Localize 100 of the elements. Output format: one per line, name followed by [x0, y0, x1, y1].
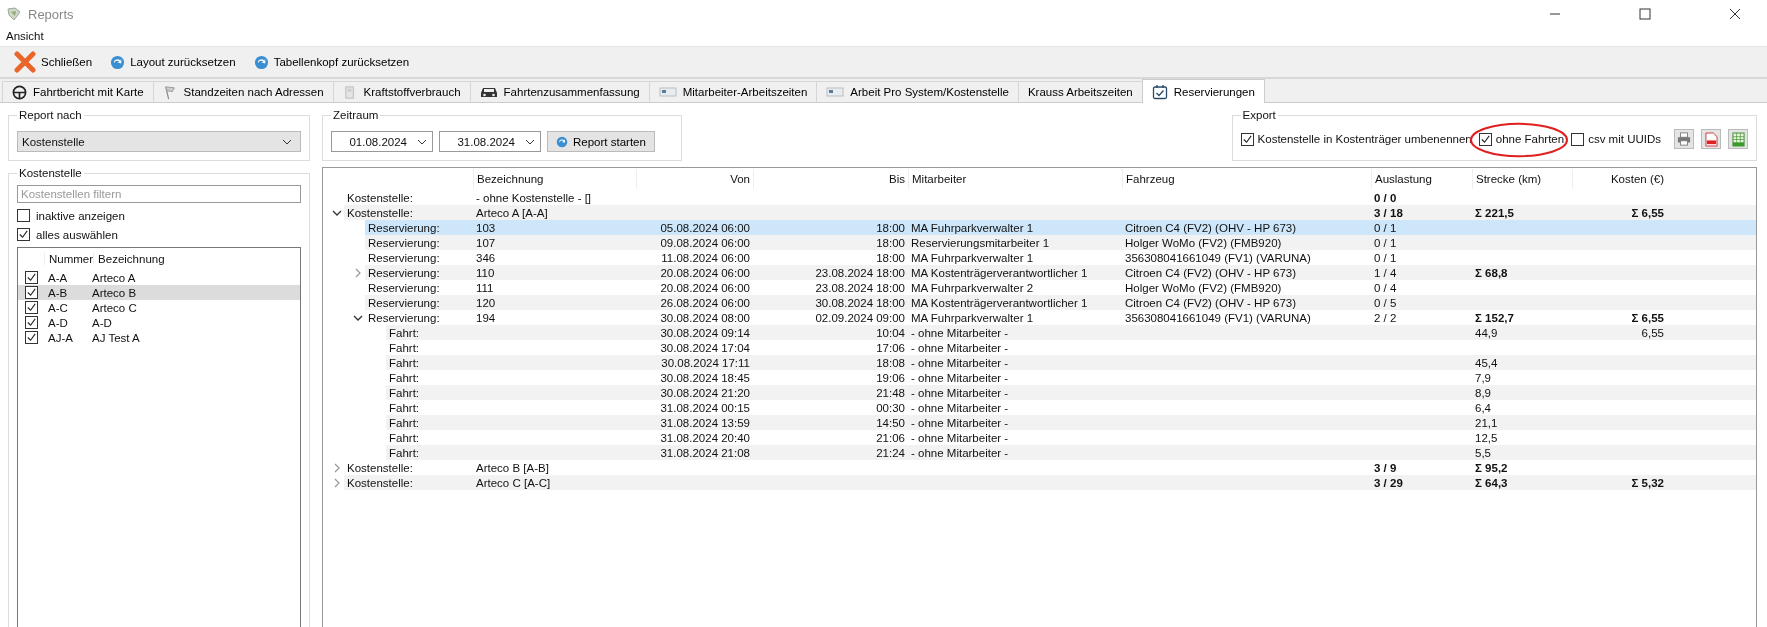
table-cell: - ohne Mitarbeiter - [911, 356, 1009, 369]
column-header[interactable]: Mitarbeiter [908, 169, 1122, 189]
column-header[interactable]: Strecke (km) [1472, 169, 1572, 189]
table-row[interactable]: Reservierung: 111 20.08.2024 06:00 23.08.2024 18:00 MA Fuhrparkverwalter 2 Holger WoMo (FV2) (FMB920) 0 / 4 [365, 280, 1756, 295]
checkbox[interactable] [1571, 132, 1585, 146]
menu-item[interactable]: Ansicht [6, 30, 44, 42]
table-cell: Arteco B [92, 286, 137, 299]
table-cell: 14:50 [876, 416, 905, 429]
column-header[interactable]: Kosten (€) [1572, 169, 1667, 189]
table-cell: MA Fuhrparkverwalter 1 [911, 221, 1034, 234]
toolbar-button[interactable]: Schließen [10, 49, 97, 75]
table-row[interactable]: Fahrt: 30.08.2024 17:11 18:08 - ohne Mitarbeiter - 45,4 [386, 355, 1756, 370]
table-cell: Arteco C [A-C] [476, 476, 551, 489]
expand-chevron-icon[interactable] [333, 477, 340, 488]
row-label: Kostenstelle: [347, 461, 413, 474]
collapse-chevron-icon[interactable] [331, 209, 342, 216]
checkbox[interactable] [17, 209, 30, 222]
table-row[interactable]: Reservierung: 103 05.08.2024 06:00 18:00 MA Fuhrparkverwalter 1 Citroen C4 (FV2) (OHV - HP 673) 0 / 1 [365, 220, 1756, 235]
table-row[interactable]: Reservierung: 120 26.08.2024 06:00 30.08.2024 18:00 MA Kostenträgerverantwortlicher 1 Citroen C4 (FV2) (OHV - HP 673) 0 / 5 [365, 295, 1756, 310]
checkbox[interactable] [24, 301, 38, 314]
table-cell: Σ 68,8 [1475, 266, 1508, 279]
table-row[interactable]: Fahrt: 31.08.2024 21:08 21:24 - ohne Mitarbeiter - 5,5 [386, 445, 1756, 460]
row-label: Fahrt: [389, 401, 420, 414]
checkbox[interactable] [24, 331, 38, 344]
start-report-button[interactable]: Report starten [547, 131, 655, 152]
table-cell: 31.08.2024 20:40 [660, 431, 750, 444]
toolbar-button[interactable]: Tabellenkopf zurücksetzen [249, 52, 414, 72]
table-cell: Σ 221,5 [1475, 206, 1514, 219]
row-label: Fahrt: [389, 326, 420, 339]
checkbox[interactable] [24, 316, 38, 329]
maximize-icon[interactable] [1639, 8, 1651, 20]
table-cell: 11.08.2024 06:00 [661, 251, 750, 264]
checkbox-label: csv mit UUIDs [1588, 133, 1661, 145]
checkbox-label: alles auswählen [36, 228, 118, 241]
tab[interactable]: Reservierungen [1141, 79, 1265, 103]
table-row[interactable]: Fahrt: 30.08.2024 17:04 17:06 - ohne Mitarbeiter - [386, 340, 1756, 355]
table-row[interactable]: Reservierung: 107 09.08.2024 06:00 18:00 Reservierungsmitarbeiter 1 Holger WoMo (FV2) (FMB920) 0 / 1 [365, 235, 1756, 250]
row-label: Fahrt: [389, 356, 420, 369]
checkbox[interactable] [1478, 132, 1492, 146]
table-row[interactable]: Fahrt: 31.08.2024 00:15 00:30 - ohne Mitarbeiter - 6,4 [386, 400, 1756, 415]
checkbox[interactable] [1240, 132, 1254, 146]
print-button[interactable] [1674, 129, 1694, 149]
table-cell: 23.08.2024 18:00 [815, 266, 905, 279]
close-icon[interactable] [1729, 8, 1741, 20]
collapse-chevron-icon[interactable] [352, 314, 363, 321]
table-cell: 8,9 [1475, 386, 1491, 399]
checkbox[interactable] [24, 271, 38, 284]
table-row[interactable]: Reservierung: 346 11.08.2024 06:00 18:00 MA Fuhrparkverwalter 1 356308041661049 (FV1) (VARUNA) 0 / 1 [365, 250, 1756, 265]
table-cell: 30.08.2024 17:04 [660, 341, 750, 354]
table-cell: Citroen C4 (FV2) (OHV - HP 673) [1125, 296, 1297, 309]
column-header[interactable]: Nummer [44, 253, 94, 265]
table-cell: 0 / 1 [1374, 251, 1397, 264]
table-row[interactable]: Fahrt: 31.08.2024 20:40 21:06 - ohne Mitarbeiter - 12,5 [386, 430, 1756, 445]
group-title: Report nach [18, 109, 83, 121]
tab[interactable]: Kraftstoffverbrauch [332, 81, 471, 102]
table-row[interactable]: Fahrt: 30.08.2024 21:20 21:48 - ohne Mitarbeiter - 8,9 [386, 385, 1756, 400]
column-header[interactable]: Von [636, 169, 753, 189]
table-cell: 31.08.2024 13:59 [660, 416, 750, 429]
table-cell: 0 / 4 [1374, 281, 1397, 294]
column-header[interactable]: Bezeichnung [93, 253, 165, 265]
list-row[interactable]: A-C Arteco C [18, 300, 300, 315]
table-row[interactable]: Kostenstelle: Arteco B [A-B] 3 / 9 Σ 95,2 [344, 460, 1756, 475]
list-row[interactable]: A-A Arteco A [18, 270, 300, 285]
table-cell: 0 / 5 [1374, 296, 1397, 309]
checkbox[interactable] [17, 228, 30, 241]
table-cell: Reservierungsmitarbeiter 1 [911, 236, 1050, 249]
column-header[interactable]: Auslastung [1371, 169, 1472, 189]
group-title: Zeitraum [332, 109, 380, 121]
date-picker[interactable]: 31.08.2024 [439, 131, 541, 152]
column-header[interactable]: Fahrzeug [1122, 169, 1371, 189]
checkbox[interactable] [24, 286, 38, 299]
table-row[interactable]: Fahrt: 31.08.2024 13:59 14:50 - ohne Mitarbeiter - 21,1 [386, 415, 1756, 430]
table-cell: 120 [476, 296, 496, 309]
group-title: Kostenstelle [18, 167, 83, 179]
pdf-export-button[interactable] [1701, 129, 1721, 149]
table-cell: 18:00 [876, 221, 905, 234]
csv-export-button[interactable] [1728, 129, 1748, 149]
table-row[interactable]: Reservierung: 194 30.08.2024 08:00 02.09.2024 09:00 MA Fuhrparkverwalter 1 356308041661049 (FV1) (VARUNA) 2 / 2 Σ 152,7 Σ 6,55 [365, 310, 1756, 325]
table-cell: 30.08.2024 17:11 [661, 356, 750, 369]
list-row[interactable]: AJ-A AJ Test A [18, 330, 300, 345]
table-row[interactable]: Fahrt: 30.08.2024 09:14 10:04 - ohne Mitarbeiter - 44,9 6,55 [386, 325, 1756, 340]
list-row[interactable]: A-D A-D [18, 315, 300, 330]
tab[interactable]: Standzeiten nach Adressen [152, 81, 334, 102]
table-cell: 0 / 0 [1374, 191, 1397, 204]
table-cell: - ohne Mitarbeiter - [911, 446, 1009, 459]
table-cell: MA Fuhrparkverwalter 1 [911, 311, 1034, 324]
expand-chevron-icon[interactable] [354, 267, 361, 278]
column-header[interactable]: Bis [753, 169, 908, 189]
column-header[interactable]: Bezeichnung [473, 169, 636, 189]
table-cell: 45,4 [1475, 356, 1498, 369]
filter-field[interactable]: Kostenstellen filtern [17, 185, 301, 203]
expand-chevron-icon[interactable] [333, 462, 340, 473]
date-picker[interactable]: 01.08.2024 [331, 131, 433, 152]
table-row[interactable]: Fahrt: 30.08.2024 18:45 19:06 - ohne Mitarbeiter - 7,9 [386, 370, 1756, 385]
table-row[interactable]: Kostenstelle: - ohne Kostenstelle - [] 0 / 0 [344, 190, 1756, 205]
refresh-icon [110, 54, 126, 70]
report-type-dropdown[interactable]: Kostenstelle [17, 131, 301, 152]
toolbar-button[interactable]: Layout zurücksetzen [106, 52, 240, 72]
tab[interactable]: Fahrtbericht mit Karte [2, 81, 154, 102]
list-row[interactable]: A-B Arteco B [18, 285, 300, 300]
